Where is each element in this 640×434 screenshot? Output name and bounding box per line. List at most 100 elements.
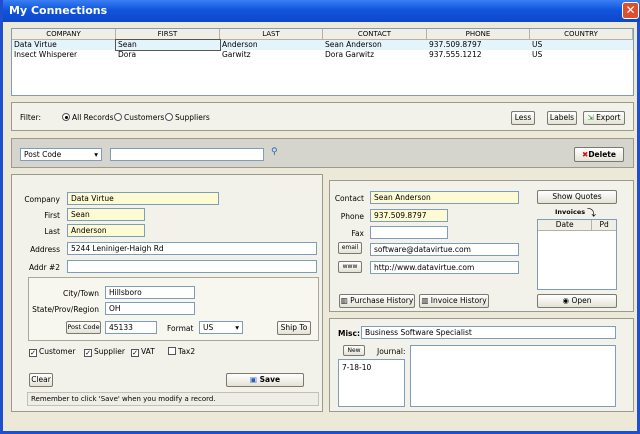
col-company[interactable]: COMPANY (12, 29, 116, 39)
address-label: Address (30, 245, 60, 254)
building-icon: ▥ (421, 296, 429, 305)
col-first[interactable]: FIRST (116, 29, 220, 39)
col-date[interactable]: Date (538, 220, 593, 230)
shipto-button[interactable]: Ship To (277, 321, 311, 335)
show-quotes-button[interactable]: Show Quotes (537, 190, 617, 204)
search-icon[interactable]: ⚲ (271, 147, 278, 157)
supplier-checkbox[interactable]: ✓ Supplier (84, 347, 125, 357)
www-input[interactable]: http://www.datavirtue.com (370, 261, 519, 274)
last-input[interactable]: Anderson (67, 224, 145, 237)
filter-label: Filter: (20, 113, 41, 122)
table-row[interactable]: Insect Whisperer Dora Garwitz Dora Garwi… (12, 50, 633, 60)
contact-input[interactable]: Sean Anderson (370, 191, 519, 204)
misc-panel: Misc: Business Software Specialist New J… (329, 318, 634, 412)
cell-last: Garwitz (222, 50, 251, 59)
invoices-table[interactable]: Date Pd (537, 219, 617, 290)
first-input[interactable]: Sean (67, 208, 145, 221)
city-label: City/Town (62, 289, 99, 298)
chevron-down-icon: ▾ (235, 323, 239, 332)
cell-country: US (532, 50, 543, 59)
customer-checkbox[interactable]: ✓ Customer (29, 347, 75, 357)
fax-input[interactable] (370, 226, 448, 239)
cell-contact: Dora Garwitz (325, 50, 375, 59)
email-input[interactable]: software@datavirtue.com (370, 243, 519, 256)
col-country[interactable]: COUNTRY (530, 29, 633, 39)
table-row[interactable]: Data Virtue Sean Anderson Sean Anderson … (12, 39, 633, 51)
postcode-input[interactable]: 45133 (105, 321, 157, 334)
search-field-select[interactable]: Post Code ▾ (20, 148, 102, 161)
state-input[interactable]: OH (105, 302, 195, 315)
search-input[interactable] (110, 148, 264, 161)
new-journal-button[interactable]: New (343, 345, 365, 356)
radio-icon (114, 113, 122, 121)
filter-all-records[interactable]: All Records (62, 113, 114, 122)
www-button[interactable]: www (338, 261, 362, 273)
company-input[interactable]: Data Virtue (67, 192, 219, 205)
check-icon: ✓ (131, 349, 139, 357)
journal-list[interactable]: 7-18-10 (338, 359, 405, 407)
misc-input[interactable]: Business Software Specialist (361, 326, 616, 339)
phone-label: Phone (340, 212, 364, 221)
invoices-header: Date Pd (538, 220, 616, 231)
table-header: COMPANY FIRST LAST CONTACT PHONE COUNTRY (12, 29, 633, 40)
window-title: My Connections (9, 4, 108, 17)
last-label: Last (44, 227, 60, 236)
arrow-icon: ⤵ (587, 209, 597, 219)
check-icon: ✓ (84, 349, 92, 357)
filter-bar: Filter: All Records Customers Suppliers … (11, 102, 634, 131)
city-input[interactable]: Hillsboro (105, 286, 195, 299)
open-button[interactable]: ◉ Open (537, 294, 617, 308)
records-table[interactable]: COMPANY FIRST LAST CONTACT PHONE COUNTRY… (11, 28, 634, 96)
cell-contact: Sean Anderson (325, 40, 382, 49)
cell-first: Sean (115, 39, 221, 51)
export-button[interactable]: ⇲ Export (583, 111, 625, 125)
col-pd[interactable]: Pd (592, 220, 616, 230)
email-button[interactable]: email (338, 242, 362, 254)
col-phone[interactable]: PHONE (427, 29, 530, 39)
format-select[interactable]: US ▾ (199, 321, 243, 334)
state-label: State/Prov/Region (32, 305, 99, 314)
delete-button[interactable]: ✖Delete (574, 147, 624, 162)
fax-label: Fax (351, 229, 364, 238)
list-item[interactable]: 7-18-10 (342, 363, 401, 372)
building-icon: ▥ (340, 296, 348, 305)
contact-label: Contact (334, 194, 364, 203)
company-label: Company (24, 195, 60, 204)
search-bar: Post Code ▾ ⚲ ✖Delete (11, 138, 634, 168)
journal-textarea[interactable] (410, 345, 616, 407)
checkbox-icon (168, 347, 176, 355)
postcode-button[interactable]: Post Code (66, 321, 101, 334)
cell-phone: 937.555.1212 (429, 50, 482, 59)
address-input[interactable]: 5244 Leniniger-Haigh Rd (67, 242, 317, 255)
invoices-label: Invoices (555, 208, 586, 216)
invoice-history-button[interactable]: ▥ Invoice History (419, 294, 489, 308)
save-button[interactable]: ▣ Save (226, 373, 304, 387)
addr2-label: Addr #2 (28, 263, 60, 272)
format-label: Format (167, 324, 194, 333)
address-group: City/Town Hillsboro State/Prov/Region OH… (28, 277, 319, 341)
eye-icon: ◉ (562, 296, 570, 305)
journal-label: Journal: (377, 347, 406, 356)
labels-button[interactable]: Labels (547, 111, 577, 125)
clear-button[interactable]: Clear (29, 373, 53, 387)
contact-details-panel: Contact Sean Anderson Phone 937.509.8797… (329, 180, 634, 312)
check-icon: ✓ (29, 349, 37, 357)
radio-icon (165, 113, 173, 121)
status-message: Remember to click 'Save' when you modify… (27, 392, 319, 406)
less-button[interactable]: Less (511, 111, 535, 125)
first-label: First (44, 211, 60, 220)
vat-checkbox[interactable]: ✓ VAT (131, 347, 155, 357)
export-icon: ⇲ (587, 113, 594, 122)
col-last[interactable]: LAST (220, 29, 323, 39)
filter-customers[interactable]: Customers (114, 113, 164, 122)
filter-suppliers[interactable]: Suppliers (165, 113, 210, 122)
col-contact[interactable]: CONTACT (323, 29, 427, 39)
tax2-checkbox[interactable]: Tax2 (168, 347, 195, 356)
purchase-history-button[interactable]: ▥ Purchase History (339, 294, 415, 308)
addr2-input[interactable] (67, 260, 317, 273)
cell-first: Dora (118, 50, 137, 59)
save-icon: ▣ (249, 375, 257, 384)
phone-input[interactable]: 937.509.8797 (370, 209, 448, 222)
app-window: My Connections ✕ COMPANY FIRST LAST CONT… (0, 0, 640, 434)
close-icon[interactable]: ✕ (622, 2, 639, 19)
